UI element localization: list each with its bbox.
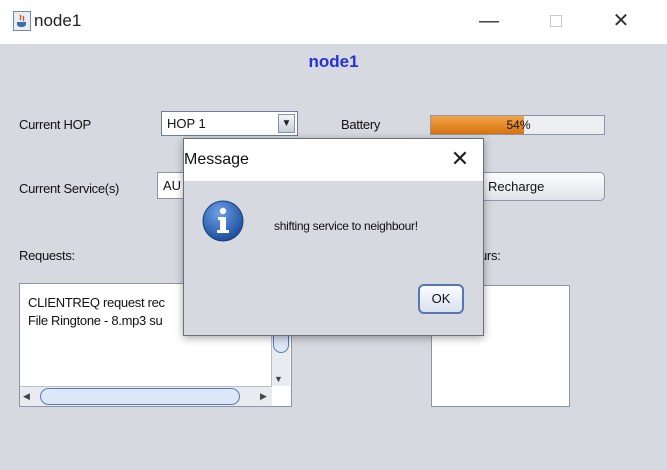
java-app-icon bbox=[13, 11, 31, 31]
maximize-icon bbox=[550, 15, 562, 27]
minimize-button[interactable]: — bbox=[474, 8, 504, 34]
dialog-title: Message bbox=[184, 151, 249, 168]
main-window: node1 — ✕ node1 Current HOP HOP 1 ▼ Batt… bbox=[0, 0, 667, 470]
battery-progress-bar: 54% bbox=[430, 115, 605, 135]
current-hop-label: Current HOP bbox=[19, 117, 91, 132]
window-title: node1 bbox=[34, 11, 82, 30]
dropdown-arrow-icon[interactable]: ▼ bbox=[278, 114, 295, 133]
info-icon bbox=[202, 200, 244, 242]
node-heading: node1 bbox=[308, 52, 359, 71]
title-bar[interactable]: node1 — ✕ bbox=[0, 0, 667, 44]
dialog-title-bar[interactable]: Message ✕ bbox=[184, 139, 483, 181]
dialog-close-icon[interactable]: ✕ bbox=[448, 147, 472, 173]
ok-button[interactable]: OK bbox=[418, 284, 464, 314]
ok-label: OK bbox=[431, 291, 451, 306]
scroll-left-icon[interactable]: ◀ bbox=[23, 391, 30, 402]
message-dialog[interactable]: Message ✕ shifting service to neighbour!… bbox=[183, 138, 484, 336]
current-service-label: Current Service(s) bbox=[19, 181, 120, 196]
horizontal-scrollbar[interactable]: ◀ ▶ bbox=[20, 386, 272, 406]
scroll-right-icon[interactable]: ▶ bbox=[260, 391, 267, 402]
scroll-down-icon[interactable]: ▼ bbox=[274, 374, 283, 384]
dialog-body: shifting service to neighbour! OK bbox=[184, 181, 483, 335]
dialog-message: shifting service to neighbour! bbox=[274, 219, 418, 233]
recharge-button[interactable]: Recharge bbox=[470, 172, 605, 201]
battery-label: Battery bbox=[341, 117, 381, 132]
request-line: CLIENTREQ request rec bbox=[28, 295, 165, 310]
hop-select[interactable]: HOP 1 ▼ bbox=[161, 111, 298, 136]
close-button[interactable]: ✕ bbox=[606, 8, 636, 34]
horizontal-scroll-thumb[interactable] bbox=[40, 388, 240, 405]
maximize-button[interactable] bbox=[541, 8, 571, 34]
request-line: File Ringtone - 8.mp3 su bbox=[28, 313, 163, 328]
requests-label: Requests: bbox=[19, 248, 75, 263]
battery-percent-text: 54% bbox=[506, 118, 531, 132]
service-value: AU bbox=[163, 178, 182, 193]
recharge-label: Recharge bbox=[488, 179, 545, 194]
hop-selected-value: HOP 1 bbox=[167, 116, 206, 131]
